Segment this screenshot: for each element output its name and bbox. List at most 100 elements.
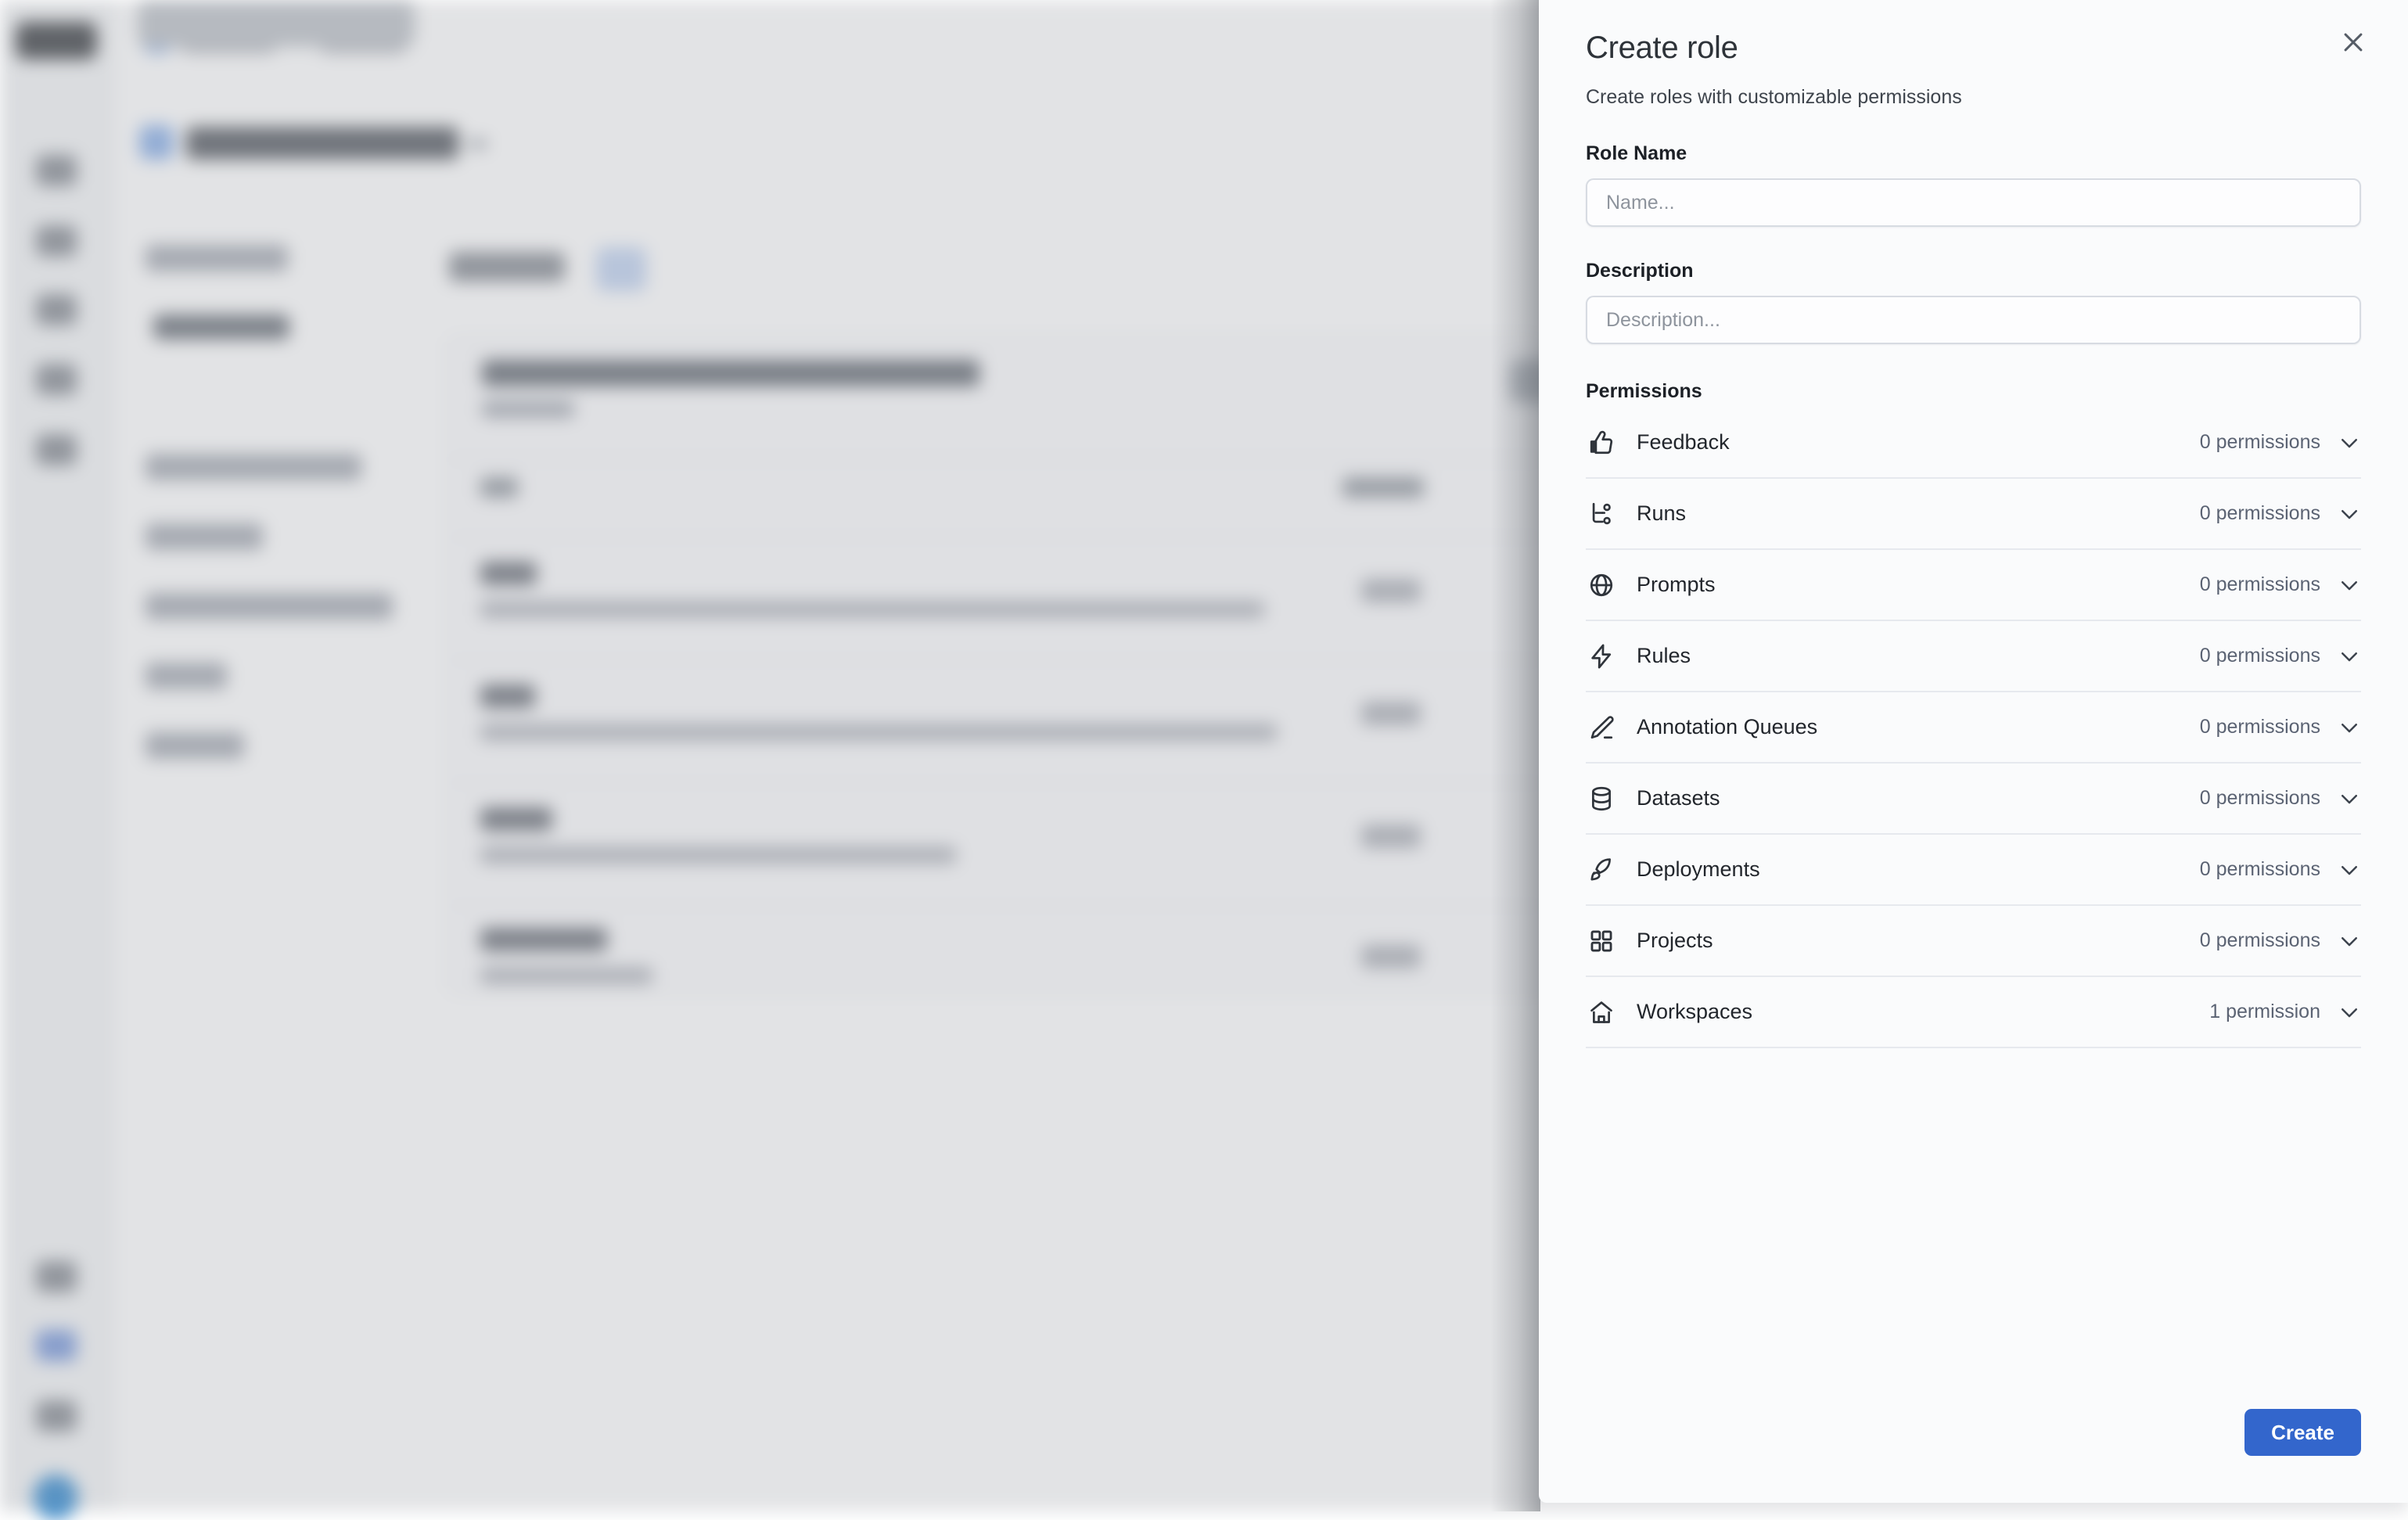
table-row xyxy=(480,562,537,585)
permission-row-runs[interactable]: Runs0 permissions xyxy=(1586,479,2361,550)
git-branch-icon xyxy=(1586,498,1617,530)
settings-nav-item-2-label xyxy=(153,314,289,340)
permission-row-annotation-queues[interactable]: Annotation Queues0 permissions xyxy=(1586,692,2361,764)
chevron-down-icon[interactable] xyxy=(2338,1001,2361,1024)
chevron-down-icon[interactable] xyxy=(2338,858,2361,882)
permission-label: Workspaces xyxy=(1637,1000,2209,1024)
table-row xyxy=(480,601,1264,618)
permission-label: Datasets xyxy=(1637,786,2200,810)
permission-count: 0 permissions xyxy=(2200,573,2320,596)
thumbs-up-icon xyxy=(1586,427,1617,458)
permission-row-prompts[interactable]: Prompts0 permissions xyxy=(1586,550,2361,621)
permission-label: Rules xyxy=(1637,644,2200,668)
panel-title: Create role xyxy=(1586,28,2361,67)
permission-count: 0 permissions xyxy=(2200,502,2320,525)
table-row xyxy=(480,807,552,831)
permissions-section-label: Permissions xyxy=(1586,380,2361,403)
grid-icon xyxy=(1586,925,1617,957)
table-header-divider xyxy=(447,458,1546,460)
rail-icon-6[interactable] xyxy=(36,1261,77,1292)
panel-footer: Create xyxy=(1539,1409,2408,1503)
permission-count: 0 permissions xyxy=(2200,858,2320,881)
panel-body: Role Name Description Permissions Feedba… xyxy=(1539,110,2408,1048)
settings-nav-item-2-selected[interactable] xyxy=(138,0,415,47)
left-icon-rail xyxy=(0,0,113,1511)
rail-icon-5[interactable] xyxy=(36,434,77,465)
chevron-down-icon[interactable] xyxy=(2338,431,2361,455)
chevron-down-icon[interactable] xyxy=(2338,929,2361,953)
tab-active[interactable] xyxy=(596,247,646,291)
lightning-icon xyxy=(1586,641,1617,672)
chevron-down-icon[interactable] xyxy=(2338,787,2361,810)
pencil-icon xyxy=(1586,712,1617,743)
settings-nav-item-5[interactable] xyxy=(146,593,393,620)
panel-drop-shadow xyxy=(1490,0,1540,1511)
chevron-down-icon[interactable] xyxy=(2338,645,2361,668)
rail-icon-3[interactable] xyxy=(36,294,77,325)
rocket-icon xyxy=(1586,854,1617,886)
table-row xyxy=(480,928,607,951)
avatar[interactable] xyxy=(33,1475,78,1520)
panel-subtitle: Create roles with customizable permissio… xyxy=(1586,84,2361,110)
rail-icon-2[interactable] xyxy=(36,225,77,257)
settings-nav-item-7[interactable] xyxy=(146,732,244,759)
rail-icon-8[interactable] xyxy=(36,1400,77,1432)
panel-header: Create role Create roles with customizab… xyxy=(1539,0,2408,110)
permission-count: 0 permissions xyxy=(2200,645,2320,667)
permission-label: Deployments xyxy=(1637,857,2200,882)
table-row xyxy=(480,724,1277,741)
permission-count: 0 permissions xyxy=(2200,929,2320,952)
chevron-down-icon[interactable] xyxy=(469,139,487,149)
permission-row-workspaces[interactable]: Workspaces1 permission xyxy=(1586,977,2361,1048)
permission-label: Prompts xyxy=(1637,573,2200,597)
table-row-actions[interactable] xyxy=(1361,945,1421,968)
workspace-icon xyxy=(139,125,174,160)
table-col-header-1 xyxy=(480,477,518,498)
app-logo xyxy=(16,22,97,59)
settings-nav-item-3[interactable] xyxy=(146,454,361,480)
settings-nav-item-1[interactable] xyxy=(146,245,288,271)
workspace-name xyxy=(186,127,458,160)
close-icon xyxy=(2340,29,2367,56)
table-row-actions[interactable] xyxy=(1361,579,1421,602)
rail-icon-1[interactable] xyxy=(36,155,77,186)
table-row-actions[interactable] xyxy=(1361,702,1421,725)
table-row-divider xyxy=(447,537,1546,538)
permission-label: Annotation Queues xyxy=(1637,715,2200,739)
permission-row-deployments[interactable]: Deployments0 permissions xyxy=(1586,835,2361,906)
rail-icon-4[interactable] xyxy=(36,364,77,395)
permission-row-rules[interactable]: Rules0 permissions xyxy=(1586,621,2361,692)
create-button[interactable]: Create xyxy=(2244,1409,2361,1456)
settings-nav-item-4[interactable] xyxy=(146,523,263,550)
table-row-divider xyxy=(447,782,1546,784)
close-button[interactable] xyxy=(2333,22,2374,63)
description-input[interactable] xyxy=(1586,296,2361,344)
settings-nav-item-6[interactable] xyxy=(146,663,227,689)
globe-icon xyxy=(1586,570,1617,601)
page-title xyxy=(449,252,565,282)
roles-card xyxy=(447,336,1546,994)
card-heading xyxy=(482,360,979,386)
card-subheading xyxy=(482,401,574,418)
table-row-actions[interactable] xyxy=(1361,825,1421,848)
description-label: Description xyxy=(1586,260,2361,282)
table-row xyxy=(480,967,652,984)
permission-row-datasets[interactable]: Datasets0 permissions xyxy=(1586,764,2361,835)
role-name-label: Role Name xyxy=(1586,142,2361,165)
description-field-group: Description xyxy=(1586,260,2361,344)
create-role-panel: Create role Create roles with customizab… xyxy=(1539,0,2408,1503)
permission-row-projects[interactable]: Projects0 permissions xyxy=(1586,906,2361,977)
rail-icon-7-active[interactable] xyxy=(36,1330,77,1361)
permission-row-feedback[interactable]: Feedback0 permissions xyxy=(1586,408,2361,479)
table-col-header-2 xyxy=(1342,477,1424,498)
permission-count: 0 permissions xyxy=(2200,716,2320,738)
role-name-input[interactable] xyxy=(1586,178,2361,227)
permission-count: 0 permissions xyxy=(2200,431,2320,454)
permission-count: 0 permissions xyxy=(2200,787,2320,810)
chevron-down-icon[interactable] xyxy=(2338,573,2361,597)
permission-label: Feedback xyxy=(1637,430,2200,455)
chevron-down-icon[interactable] xyxy=(2338,502,2361,526)
home-icon xyxy=(1586,997,1617,1028)
permissions-list: Feedback0 permissionsRuns0 permissionsPr… xyxy=(1586,408,2361,1048)
chevron-down-icon[interactable] xyxy=(2338,716,2361,739)
